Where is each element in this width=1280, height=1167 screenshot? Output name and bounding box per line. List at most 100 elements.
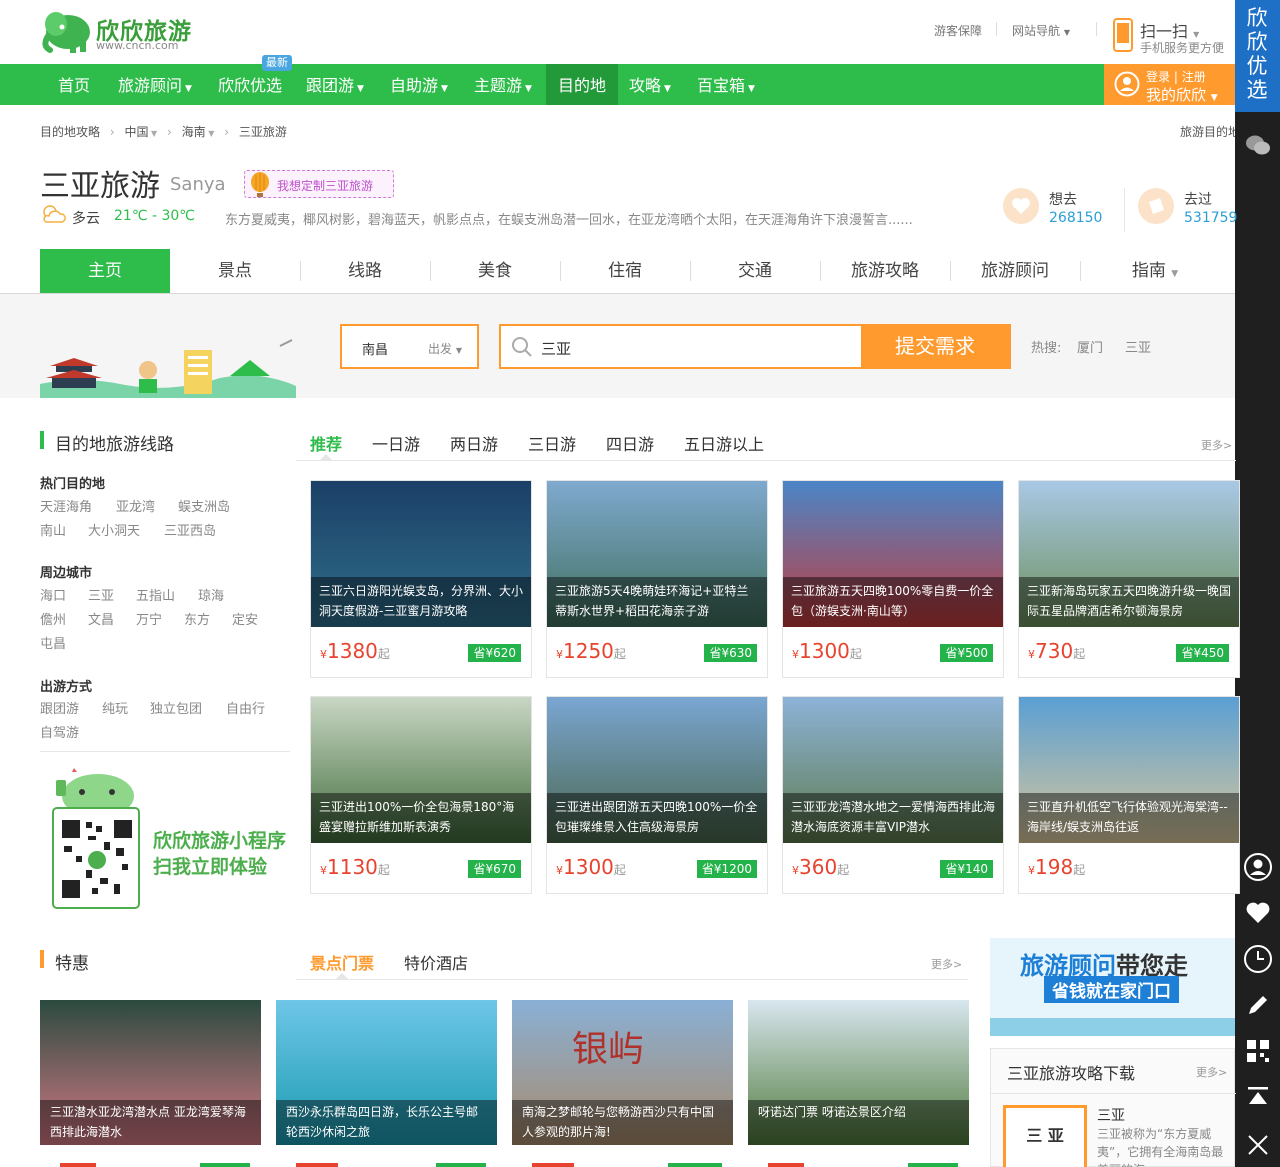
search-band: 南昌 出发 ▼ 三亚 提交需求 热搜: 厦门 三亚 [0,294,1235,398]
routes-more-link[interactable]: 更多> [1201,437,1232,453]
deals-more-link[interactable]: 更多> [931,956,962,972]
nav-item-destination[interactable]: 目的地 [546,64,618,105]
qrcode-icon[interactable] [1235,1028,1280,1073]
side-link[interactable]: 屯昌 [40,633,66,652]
deal-card[interactable]: 呀诺达门票 呀诺达景区介绍 [748,1000,969,1167]
filter-one-day[interactable]: 一日游 [372,431,420,455]
login-box[interactable]: 登录 | 注册 我的欣欣 ▼ [1104,64,1235,105]
side-link[interactable]: 万宁 [136,609,162,628]
side-link[interactable]: 大小洞天 [88,520,140,539]
been-there-icon[interactable] [1138,188,1174,224]
side-link[interactable]: 三亚西岛 [164,520,216,539]
guide-book-cover[interactable]: 三 亚 [1003,1105,1087,1167]
nav-item-group-tour[interactable]: 跟团游 ▼ [306,64,364,105]
nav-item-consultant[interactable]: 旅游顾问 ▼ [118,64,192,105]
route-card[interactable]: 三亚亚龙湾潜水地之一爱情海西排此海潜水海底资源丰富VIP潜水 ¥360起 省¥1… [782,696,1004,894]
want-go-icon[interactable] [1003,188,1039,224]
tab-hotel[interactable]: 住宿 [560,249,690,293]
side-link[interactable]: 南山 [40,520,66,539]
side-link[interactable]: 定安 [232,609,258,628]
departure-select[interactable]: 南昌 出发 ▼ [340,324,479,369]
history-clock-icon[interactable] [1235,936,1280,981]
breadcrumb-current: 三亚旅游 [238,125,287,139]
route-card[interactable]: 三亚旅游五天四晚100%零自费一价全包（游蜈支洲·南山等） ¥1300起 省¥5… [782,480,1004,678]
side-link[interactable]: 海口 [40,585,66,604]
side-banner-text: 欣欣优选 [1246,6,1268,102]
filter-three-day[interactable]: 三日游 [528,431,576,455]
filter-five-plus[interactable]: 五日游以上 [684,431,764,455]
side-link[interactable]: 五指山 [136,585,175,604]
favorite-heart-icon[interactable] [1235,890,1280,935]
login-link[interactable]: 登录 [1146,70,1170,84]
side-link[interactable]: 亚龙湾 [116,496,155,515]
my-account[interactable]: 我的欣欣 ▼ [1146,84,1218,105]
breadcrumb-right[interactable]: 旅游目的地 [1180,123,1235,140]
nav-item-toolbox[interactable]: 百宝箱 ▼ [697,64,755,105]
link-guarantee[interactable]: 游客保障 [934,22,982,39]
tab-guide-menu[interactable]: 指南 ▼ [1090,249,1220,293]
side-link[interactable]: 自驾游 [40,722,79,741]
hot-search-link[interactable]: 三亚 [1125,337,1151,356]
guide-more-link[interactable]: 更多> [1196,1064,1227,1080]
miniapp-qrcode[interactable] [52,766,146,910]
tab-attractions[interactable]: 景点 [170,249,300,293]
side-link[interactable]: 蜈支洲岛 [178,496,230,515]
nav-item-home[interactable]: 首页 [58,64,92,105]
deal-card[interactable]: 西沙永乐群岛四日游，长乐公主号邮轮西沙休闲之旅 [276,1000,497,1167]
youxuan-side-banner[interactable]: 欣欣优选 [1235,0,1280,112]
nav-item-theme-tour[interactable]: 主题游 ▼ [474,64,532,105]
side-link[interactable]: 文昌 [88,609,114,628]
breadcrumb-item[interactable]: 中国 [124,125,148,139]
route-card[interactable]: 三亚进出100%一价全包海景180°海盛宴赠拉斯维加斯表演秀 ¥1130起 省¥… [310,696,532,894]
route-card[interactable]: 三亚进出跟团游五天四晚100%一价全包璀璨维景入住高级海景房 ¥1300起 省¥… [546,696,768,894]
tab-tickets[interactable]: 景点门票 [310,950,374,974]
route-card[interactable]: 三亚新海岛玩家五天四晚游升级一晚国际五星品牌酒店希尔顿海景房 ¥730起 省¥4… [1018,480,1240,678]
filter-four-day[interactable]: 四日游 [606,431,654,455]
tab-home[interactable]: 主页 [40,249,170,293]
side-link[interactable]: 天涯海角 [40,496,92,515]
side-link[interactable]: 纯玩 [102,698,128,717]
deal-card[interactable]: 银屿 南海之梦邮轮与您畅游西沙只有中国人参观的那片海! [512,1000,733,1167]
nav-item-self-tour[interactable]: 自助游 ▼ [390,64,448,105]
register-link[interactable]: 注册 [1182,70,1206,84]
side-link[interactable]: 跟团游 [40,698,79,717]
side-link[interactable]: 儋州 [40,609,66,628]
elephant-logo-icon[interactable] [40,8,94,54]
side-link[interactable]: 东方 [184,609,210,628]
filter-two-day[interactable]: 两日游 [450,431,498,455]
tab-food[interactable]: 美食 [430,249,560,293]
edit-pencil-icon[interactable] [1235,982,1280,1027]
tab-routes[interactable]: 线路 [300,249,430,293]
route-card[interactable]: 三亚直升机低空飞行体验观光海棠湾--海岸线/蜈支洲岛往返 ¥198起 [1018,696,1240,894]
user-center-icon[interactable] [1235,844,1280,889]
link-site-nav[interactable]: 网站导航 ▼ [1012,22,1070,39]
tab-travel-guide[interactable]: 旅游攻略 [820,249,950,293]
back-to-top-icon[interactable] [1235,1074,1280,1119]
hot-search-link[interactable]: 厦门 [1077,337,1103,356]
submit-request-button[interactable]: 提交需求 [861,326,1009,367]
side-link[interactable]: 琼海 [198,585,224,604]
side-link[interactable]: 三亚 [88,585,114,604]
nav-item-guide[interactable]: 攻略 ▼ [629,64,671,105]
side-link[interactable]: 独立包团 [150,698,202,717]
filter-recommend[interactable]: 推荐 [310,431,342,455]
side-link[interactable]: 自由行 [226,698,265,717]
divider [991,1093,1236,1094]
login-register[interactable]: 登录 | 注册 [1146,68,1206,85]
close-icon[interactable] [1235,1122,1280,1167]
tab-hotels[interactable]: 特价酒店 [404,950,468,974]
breadcrumb-item[interactable]: 海南 [182,125,206,139]
tab-transport[interactable]: 交通 [690,249,820,293]
custom-trip-button[interactable]: 我想定制三亚旅游 [244,170,394,198]
route-card[interactable]: 三亚六日游阳光蜈支岛，分界洲、大小洞天度假游-三亚蜜月游攻略 ¥1380起 省¥… [310,480,532,678]
tab-consultant[interactable]: 旅游顾问 [950,249,1080,293]
deal-card[interactable]: 三亚潜水亚龙湾潜水点 亚龙湾爱琴海西排此海潜水 [40,1000,261,1167]
route-card[interactable]: 三亚旅游5天4晚萌娃环海记+亚特兰蒂斯水世界+稻田花海亲子游 ¥1250起 省¥… [546,480,768,678]
wechat-icon[interactable] [1235,122,1280,167]
guide-book-name[interactable]: 三亚 [1097,1105,1125,1125]
breadcrumb-item[interactable]: 目的地攻略 [40,125,100,139]
active-arrow [336,973,348,979]
consultant-ad-banner[interactable]: 旅游顾问带您走 省钱就在家门口 [990,938,1235,1036]
search-input[interactable]: 三亚 [541,338,571,359]
guide-book-title: 三 亚 [1026,1126,1064,1145]
